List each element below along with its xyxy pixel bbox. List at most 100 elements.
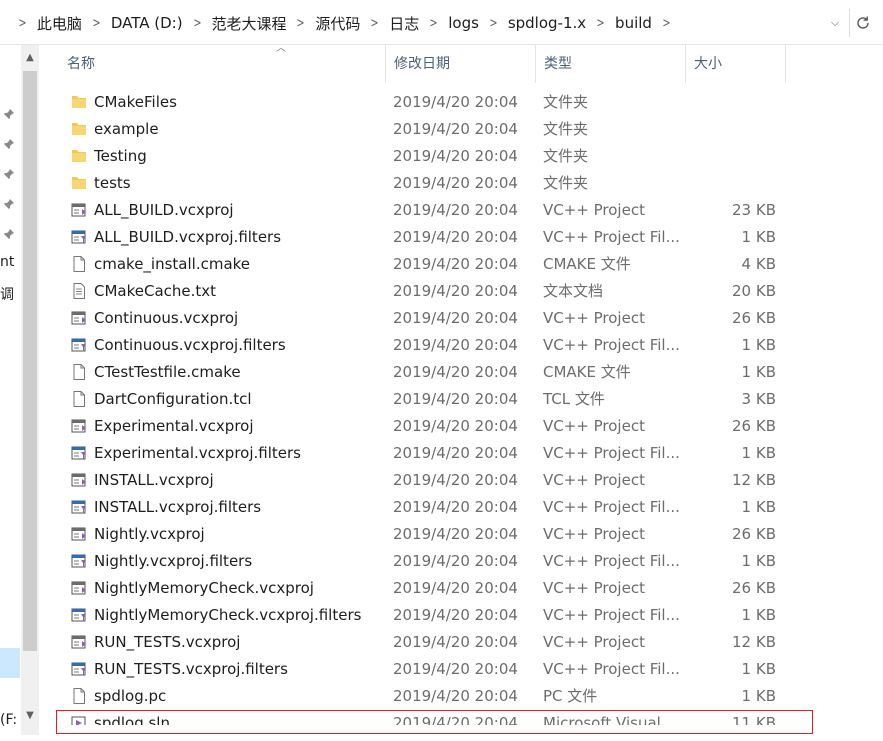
scroll-down-arrow-icon[interactable]: ▼: [21, 707, 39, 725]
nav-pane-scrollbar[interactable]: ▲ ▼: [21, 45, 39, 735]
file-size: 1 KB: [741, 606, 776, 624]
file-name[interactable]: Continuous.vcxproj: [94, 305, 238, 332]
file-row[interactable]: Testing 2019/4/20 20:04 文件夹: [58, 143, 818, 170]
column-header-type[interactable]: 类型: [535, 45, 686, 83]
breadcrumb-chevron-icon[interactable]: >: [193, 16, 201, 31]
file-name[interactable]: ALL_BUILD.vcxproj.filters: [94, 224, 281, 251]
file-name[interactable]: RUN_TESTS.vcxproj: [94, 629, 240, 656]
file-row[interactable]: Experimental.vcxproj.filters 2019/4/20 20…: [58, 440, 818, 467]
file-row[interactable]: INSTALL.vcxproj.filters 2019/4/20 20:04 VC…: [58, 494, 818, 521]
file-row[interactable]: ALL_BUILD.vcxproj 2019/4/20 20:04 VC++ Pro…: [58, 197, 818, 224]
file-row[interactable]: INSTALL.vcxproj 2019/4/20 20:04 VC++ Proje…: [58, 467, 818, 494]
breadcrumb-item[interactable]: build: [615, 14, 652, 32]
folder-icon: [70, 174, 88, 192]
nav-selected-item[interactable]: [0, 648, 20, 678]
file-name[interactable]: CMakeFiles: [94, 89, 177, 116]
breadcrumb-chevron-icon[interactable]: >: [489, 16, 497, 31]
file-name[interactable]: DartConfiguration.tcl: [94, 386, 252, 413]
pin-icon[interactable]: [3, 108, 15, 120]
file-name[interactable]: Experimental.vcxproj.filters: [94, 440, 301, 467]
file-name[interactable]: CTestTestfile.cmake: [94, 359, 241, 386]
breadcrumb-item[interactable]: spdlog-1.x: [508, 14, 586, 32]
file-name[interactable]: Continuous.vcxproj.filters: [94, 332, 286, 359]
file-type: CMAKE 文件: [543, 363, 631, 381]
file-name[interactable]: example: [94, 116, 159, 143]
file-row[interactable]: CMakeFiles 2019/4/20 20:04 文件夹: [58, 89, 818, 116]
file-name[interactable]: Experimental.vcxproj: [94, 413, 254, 440]
file-type: PC 文件: [543, 687, 598, 705]
file-row[interactable]: CTestTestfile.cmake 2019/4/20 20:04 CMAKE …: [58, 359, 818, 386]
breadcrumb-item[interactable]: 源代码: [315, 13, 360, 34]
file-name[interactable]: spdlog.pc: [94, 683, 166, 710]
file-name[interactable]: RUN_TESTS.vcxproj.filters: [94, 656, 288, 683]
file-date: 2019/4/20 20:04: [393, 633, 518, 651]
breadcrumb-item[interactable]: 范老大课程: [211, 13, 286, 34]
column-header-name[interactable]: 名称: [58, 45, 386, 83]
address-history-dropdown-icon[interactable]: ⌵: [826, 13, 844, 33]
breadcrumb-chevron-icon[interactable]: >: [597, 16, 605, 31]
vcxproj-file-icon: [70, 201, 88, 219]
file-row[interactable]: CMakeCache.txt 2019/4/20 20:04 文本文档 20 KB: [58, 278, 818, 305]
breadcrumb-chevron-icon[interactable]: >: [297, 16, 305, 31]
file-row[interactable]: cmake_install.cmake 2019/4/20 20:04 CMAKE …: [58, 251, 818, 278]
file-row[interactable]: Nightly.vcxproj 2019/4/20 20:04 VC++ Proje…: [58, 521, 818, 548]
file-row[interactable]: example 2019/4/20 20:04 文件夹: [58, 116, 818, 143]
file-name[interactable]: NightlyMemoryCheck.vcxproj.filters: [94, 602, 361, 629]
file-size: 3 KB: [741, 390, 776, 408]
file-name[interactable]: Nightly.vcxproj.filters: [94, 548, 252, 575]
file-type: VC++ Project: [543, 417, 645, 435]
nav-item-label[interactable]: (F:: [0, 712, 17, 728]
file-row[interactable]: RUN_TESTS.vcxproj 2019/4/20 20:04 VC++ Pro…: [58, 629, 818, 656]
pin-icon[interactable]: [3, 198, 15, 210]
file-type: VC++ Project Fil...: [543, 444, 680, 462]
file-name[interactable]: ALL_BUILD.vcxproj: [94, 197, 234, 224]
file-type: 文本文档: [543, 282, 604, 300]
file-name[interactable]: INSTALL.vcxproj.filters: [94, 494, 261, 521]
breadcrumb-chevron-icon[interactable]: >: [662, 16, 670, 31]
file-name[interactable]: INSTALL.vcxproj: [94, 467, 214, 494]
breadcrumb-item[interactable]: logs: [448, 14, 479, 32]
file-name[interactable]: cmake_install.cmake: [94, 251, 250, 278]
file-row[interactable]: ALL_BUILD.vcxproj.filters 2019/4/20 20:04…: [58, 224, 818, 251]
file-row[interactable]: Continuous.vcxproj.filters 2019/4/20 20:0…: [58, 332, 818, 359]
file-row[interactable]: spdlog.pc 2019/4/20 20:04 PC 文件 1 KB: [58, 683, 818, 710]
scroll-up-arrow-icon[interactable]: ▲: [21, 49, 39, 67]
breadcrumb-chevron-icon[interactable]: >: [371, 16, 379, 31]
file-row[interactable]: Experimental.vcxproj 2019/4/20 20:04 VC++ …: [58, 413, 818, 440]
file-type: VC++ Project: [543, 633, 645, 651]
address-bar[interactable]: > 此电脑 > DATA (D:) > 范老大课程 > 源代码 > 日志 > logs > spdlog-…: [0, 0, 883, 45]
column-header-size[interactable]: 大小: [685, 45, 786, 83]
breadcrumb-chevron-icon[interactable]: >: [430, 16, 438, 31]
breadcrumb-item[interactable]: DATA (D:): [111, 14, 183, 32]
pin-icon[interactable]: [3, 228, 15, 240]
file-name[interactable]: Testing: [94, 143, 147, 170]
breadcrumb-chevron-icon[interactable]: >: [18, 16, 26, 31]
file-row[interactable]: Continuous.vcxproj 2019/4/20 20:04 VC++ Pr…: [58, 305, 818, 332]
pin-icon[interactable]: [3, 138, 15, 150]
file-date: 2019/4/20 20:04: [393, 336, 518, 354]
breadcrumb-item[interactable]: 此电脑: [37, 13, 82, 34]
file-name[interactable]: tests: [94, 170, 131, 197]
file-size: 1 KB: [741, 552, 776, 570]
scrollbar-thumb[interactable]: [23, 71, 37, 651]
file-name[interactable]: NightlyMemoryCheck.vcxproj: [94, 575, 314, 602]
pin-icon[interactable]: [3, 168, 15, 180]
file-name[interactable]: CMakeCache.txt: [94, 278, 216, 305]
breadcrumb-item[interactable]: 日志: [389, 13, 419, 34]
file-name[interactable]: Nightly.vcxproj: [94, 521, 205, 548]
refresh-button[interactable]: [849, 9, 876, 37]
file-row[interactable]: NightlyMemoryCheck.vcxproj.filters 2019/4…: [58, 602, 818, 629]
file-size: 1 KB: [741, 336, 776, 354]
nav-item-label[interactable]: 调: [0, 284, 14, 304]
file-row[interactable]: RUN_TESTS.vcxproj.filters 2019/4/20 20:04…: [58, 656, 818, 683]
file-date: 2019/4/20 20:04: [393, 120, 518, 138]
file-row[interactable]: Nightly.vcxproj.filters 2019/4/20 20:04 VC…: [58, 548, 818, 575]
breadcrumb-chevron-icon[interactable]: >: [92, 16, 100, 31]
file-row[interactable]: DartConfiguration.tcl 2019/4/20 20:04 TCL …: [58, 386, 818, 413]
file-row[interactable]: NightlyMemoryCheck.vcxproj 2019/4/20 20:0…: [58, 575, 818, 602]
file-row[interactable]: tests 2019/4/20 20:04 文件夹: [58, 170, 818, 197]
column-header-date[interactable]: 修改日期: [385, 45, 536, 83]
nav-item-label[interactable]: nt: [0, 254, 14, 270]
file-type: VC++ Project Fil...: [543, 606, 680, 624]
filters-file-icon: [70, 552, 88, 570]
